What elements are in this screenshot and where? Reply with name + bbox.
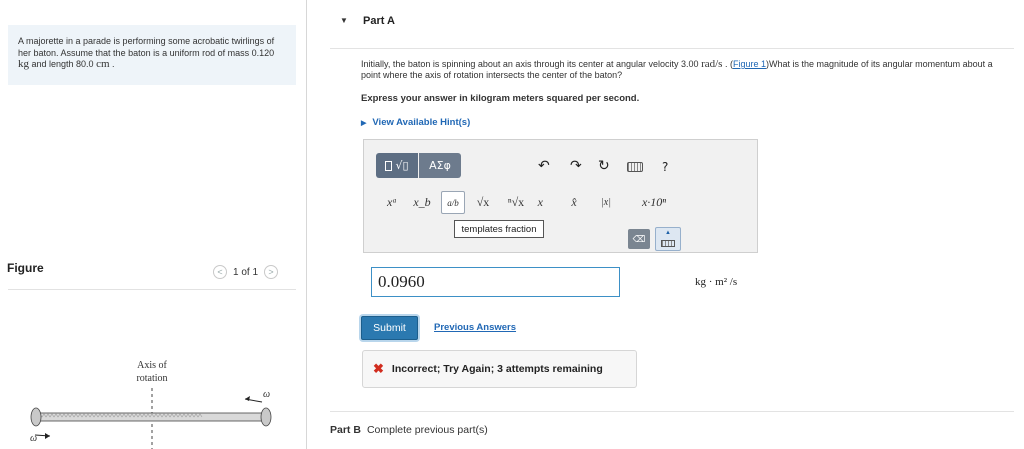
previous-answers-link[interactable]: Previous Answers xyxy=(434,322,516,333)
next-figure-button[interactable]: > xyxy=(264,265,279,279)
caret-up-icon: ▲ xyxy=(665,230,671,236)
feedback-text: Incorrect; Try Again; 3 attempts remaini… xyxy=(391,363,603,375)
nthroot-template-button[interactable]: ⁿ√x xyxy=(502,191,530,214)
part-b-row[interactable]: Part B Complete previous part(s) xyxy=(330,424,488,436)
collapse-caret-icon[interactable]: ▼ xyxy=(340,16,348,25)
keyboard-toggle-button[interactable]: ▲ xyxy=(655,227,681,251)
templates-menu-button[interactable]: √▯ xyxy=(376,153,418,178)
fraction-template-button[interactable]: a/b xyxy=(441,191,465,214)
mass-value: 0.120 xyxy=(251,47,275,58)
greek-symbols-button[interactable]: ΑΣφ xyxy=(419,153,461,178)
caret-right-icon: ▶ xyxy=(361,119,367,127)
subscript-template-button[interactable]: x_b xyxy=(410,191,434,214)
redo-icon[interactable]: ↷ xyxy=(570,158,582,174)
reset-icon[interactable]: ↻ xyxy=(598,158,610,174)
help-icon[interactable]: ? xyxy=(662,160,668,174)
hints-label[interactable]: View Available Hint(s) xyxy=(372,117,470,128)
problem-text: A majorette in a parade is performing so… xyxy=(18,36,275,58)
part-a-title[interactable]: Part A xyxy=(363,15,395,27)
baton-right-end xyxy=(260,407,272,427)
axis-label-line1: Axis of xyxy=(137,360,167,371)
part-b-status: Complete previous part(s) xyxy=(366,424,488,436)
length-unit: cm xyxy=(96,58,110,70)
view-hints-toggle[interactable]: ▶ View Available Hint(s) xyxy=(361,117,470,128)
keyboard-icon xyxy=(661,240,675,247)
figure-divider xyxy=(8,289,296,290)
unit-vector-template-button[interactable]: x̂ xyxy=(564,191,584,214)
axis-label-line2: rotation xyxy=(136,373,167,384)
divider xyxy=(330,411,1014,412)
figure-link[interactable]: Figure 1 xyxy=(733,59,766,69)
problem-statement: A majorette in a parade is performing so… xyxy=(8,25,296,85)
baton-figure: Axis of rotation ω ω xyxy=(30,360,272,449)
figure-pager: < 1 of 1 > xyxy=(213,264,279,280)
prev-figure-button[interactable]: < xyxy=(213,265,227,279)
superscript-template-button[interactable]: xᵃ xyxy=(380,191,404,214)
undo-icon[interactable]: ↶ xyxy=(538,158,550,174)
backspace-icon: ⌫ xyxy=(632,233,646,244)
vector-template-button[interactable]: x⃗ xyxy=(535,191,555,214)
baton-left-end xyxy=(30,407,42,427)
sqrt-template-button[interactable]: √x xyxy=(470,191,496,214)
delete-button[interactable]: ⌫ xyxy=(628,229,650,249)
answer-input[interactable]: 0.0960 xyxy=(371,267,620,297)
abs-template-button[interactable]: |x| xyxy=(594,191,618,214)
incorrect-x-icon: ✖ xyxy=(373,361,384,376)
part-b-title: Part B xyxy=(330,424,361,436)
submit-button[interactable]: Submit xyxy=(361,316,418,340)
template-tooltip: templates fraction xyxy=(454,220,544,238)
template-box-icon xyxy=(385,160,393,171)
mass-unit: kg xyxy=(18,58,29,70)
omega-label-left: ω xyxy=(30,433,37,444)
omega-label-right: ω xyxy=(263,389,270,400)
length-value: 80.0 xyxy=(76,59,94,69)
keyboard-shortcuts-icon[interactable] xyxy=(627,162,643,172)
divider xyxy=(330,48,1014,49)
answer-instruction: Express your answer in kilogram meters s… xyxy=(361,93,640,104)
answer-units: kg · m² /s xyxy=(695,276,738,288)
problem-text-2: and length xyxy=(29,59,77,69)
sci-notation-template-button[interactable]: x·10ⁿ xyxy=(628,191,680,214)
panel-divider xyxy=(306,0,307,449)
feedback-banner: ✖ Incorrect; Try Again; 3 attempts remai… xyxy=(362,350,637,388)
sqrt-icon: √▯ xyxy=(395,159,409,172)
question-text: Initially, the baton is spinning about a… xyxy=(361,58,993,81)
figure-pager-count: 1 of 1 xyxy=(233,266,259,278)
omega-value: 3.00 xyxy=(681,59,699,69)
omega-unit: rad/s xyxy=(701,58,723,70)
figure-heading: Figure xyxy=(7,261,44,275)
